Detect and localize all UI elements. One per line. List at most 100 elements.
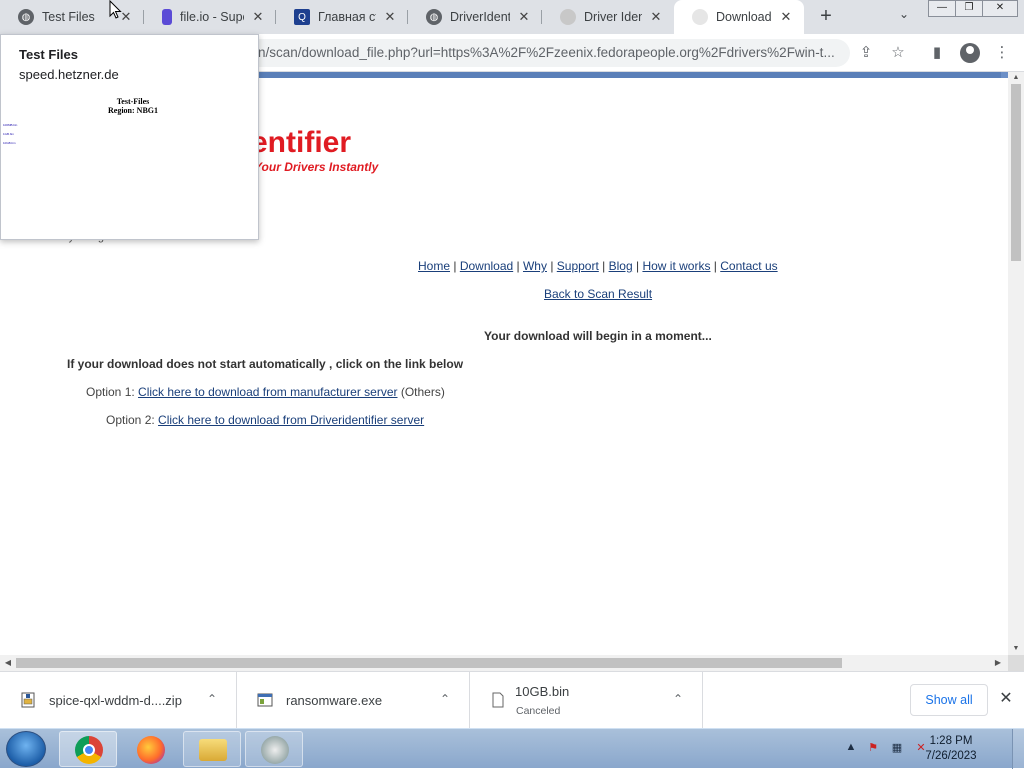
site-nav: Home | Download | Why | Support | Blog |… [418,259,778,273]
chevron-up-icon[interactable]: ⌃ [671,692,685,706]
horizontal-scroll-thumb[interactable] [16,658,842,668]
vertical-scroll-thumb[interactable] [1011,84,1021,261]
minimize-button[interactable]: — [928,0,956,17]
nav-support-link[interactable]: Support [557,259,599,273]
chevron-up-icon[interactable]: ⌃ [438,692,452,706]
download-filename: 10GB.bin [515,684,570,699]
nav-download-link[interactable]: Download [460,259,513,273]
tab-label: Driver Identi [584,10,642,24]
bookmark-star-icon[interactable]: ☆ [888,43,908,63]
driver-site-icon [692,9,708,25]
preview-title: Test-Files [116,97,150,106]
option-1-label: Option 1: [86,385,135,399]
tab-search-chevron-icon[interactable]: ⌄ [894,7,914,27]
scroll-right-icon[interactable]: ▶ [990,655,1006,671]
site-logo[interactable]: entifier [251,126,351,160]
preview-link: 100MB.bin [3,123,18,127]
tab-close-icon[interactable]: ✕ [648,9,664,25]
tab-close-icon[interactable]: ✕ [516,9,532,25]
globe-icon: ◍ [18,9,34,25]
scroll-left-icon[interactable]: ◀ [0,655,16,671]
close-downloads-bar-icon[interactable]: ✕ [998,691,1014,707]
hover-card-host: speed.hetzner.de [19,67,119,82]
driver-site-icon [560,9,576,25]
clock-date: 7/26/2023 [925,750,977,762]
menu-kebab-icon[interactable]: ⋮ [992,43,1012,63]
tab-close-icon[interactable]: ✕ [250,9,266,25]
tab-driveridentifier[interactable]: ◍ DriverIdentifi ✕ [408,0,542,34]
preview-link: 10GB.bin [3,141,16,145]
globe-icon: ◍ [426,9,442,25]
horizontal-scrollbar[interactable]: ◀ ▶ [0,655,1008,671]
nav-contact-link[interactable]: Contact us [720,259,777,273]
nav-blog-link[interactable]: Blog [609,259,633,273]
action-center-flag-icon[interactable]: ⚑ [866,741,880,755]
site-tagline: Your Drivers Instantly [254,160,379,174]
nav-why-link[interactable]: Why [523,259,547,273]
download-item[interactable]: spice-qxl-wddm-d....zip ⌃ [0,672,237,729]
mouse-cursor-icon [109,0,122,19]
taskbar-firefox[interactable] [121,731,179,767]
exe-file-icon [257,693,273,707]
tab-label: Главная стра [318,10,376,24]
vertical-scrollbar[interactable]: ▲ ▼ [1008,72,1024,655]
chrome-icon [75,736,103,764]
download-item[interactable]: ransomware.exe ⌃ [237,672,470,729]
hover-card-title: Test Files [19,47,79,62]
taskbar-chrome[interactable] [59,731,117,767]
tab-label: file.io - Supe [180,10,244,24]
taskbar-app[interactable] [245,731,303,767]
option-1-row: Option 1: Click here to download from ma… [86,385,445,399]
option-1-suffix: (Others) [400,385,445,399]
show-desktop-button[interactable] [1012,729,1024,769]
scrollbar-corner [1008,655,1024,671]
download-begin-message: Your download will begin in a moment... [484,329,712,343]
system-clock[interactable]: 1:28 PM 7/26/2023 [920,734,982,764]
downloads-bar: spice-qxl-wddm-d....zip ⌃ ransomware.exe… [0,671,1024,729]
maximize-button[interactable]: ❐ [955,0,983,17]
profile-avatar-icon[interactable] [960,43,980,63]
download-fallback-message: If your download does not start automati… [67,357,464,371]
zip-file-icon [21,692,35,708]
taskbar-explorer[interactable] [183,731,241,767]
site-logo-icon: Q [294,9,310,25]
nav-how-it-works-link[interactable]: How it works [642,259,710,273]
option-2-row: Option 2: Click here to download from Dr… [106,413,424,427]
tab-download-file[interactable]: Download fil ✕ [674,0,804,34]
tab-driver-identifier[interactable]: Driver Identi ✕ [542,0,674,34]
download-filename: spice-qxl-wddm-d....zip [49,693,182,708]
tray-expand-icon[interactable]: ▲ [844,741,858,755]
tab-file-io[interactable]: file.io - Supe ✕ [144,0,276,34]
hover-card-preview: Test-Files Region: NBG1 100MB.bin 1GB.bi… [1,91,258,240]
scroll-down-icon[interactable]: ▼ [1008,643,1024,655]
chevron-up-icon[interactable]: ⌃ [205,692,219,706]
scroll-up-icon[interactable]: ▲ [1008,72,1024,84]
show-all-downloads-button[interactable]: Show all [910,684,988,716]
tab-label: Download fil [716,10,772,24]
driveridentifier-download-link[interactable]: Click here to download from Driveridenti… [158,413,424,427]
option-2-label: Option 2: [106,413,155,427]
back-to-scan-result-link[interactable]: Back to Scan Result [544,287,652,301]
network-icon[interactable]: ▦ [890,741,904,755]
tab-label: Test Files [42,10,95,24]
start-button[interactable] [6,731,46,767]
tab-close-icon[interactable]: ✕ [382,9,398,25]
nav-home-link[interactable]: Home [418,259,450,273]
clock-time: 1:28 PM [929,735,973,747]
share-icon[interactable]: ⇪ [856,43,876,63]
side-panel-icon[interactable]: ▮ [927,43,947,63]
preview-link: 1GB.bin [3,132,14,136]
download-item[interactable]: 10GB.bin Canceled ⌃ [470,672,703,729]
close-window-button[interactable]: ✕ [982,0,1018,17]
tab-close-icon[interactable]: ✕ [778,9,794,25]
folder-icon [199,739,227,761]
tab-hover-card: Test Files speed.hetzner.de Test-Files R… [0,34,259,240]
address-bar[interactable]: n/scan/download_file.php?url=https%3A%2F… [200,39,850,67]
generic-file-icon [492,692,504,708]
manufacturer-download-link[interactable]: Click here to download from manufacturer… [138,385,397,399]
download-status: Canceled [516,705,561,717]
fileio-icon [162,9,172,25]
tab-glavnaya[interactable]: Q Главная стра ✕ [276,0,408,34]
tab-strip: ◍ Test Files ✕ file.io - Supe ✕ Q Главна… [0,0,1024,34]
new-tab-button[interactable]: + [814,5,838,29]
